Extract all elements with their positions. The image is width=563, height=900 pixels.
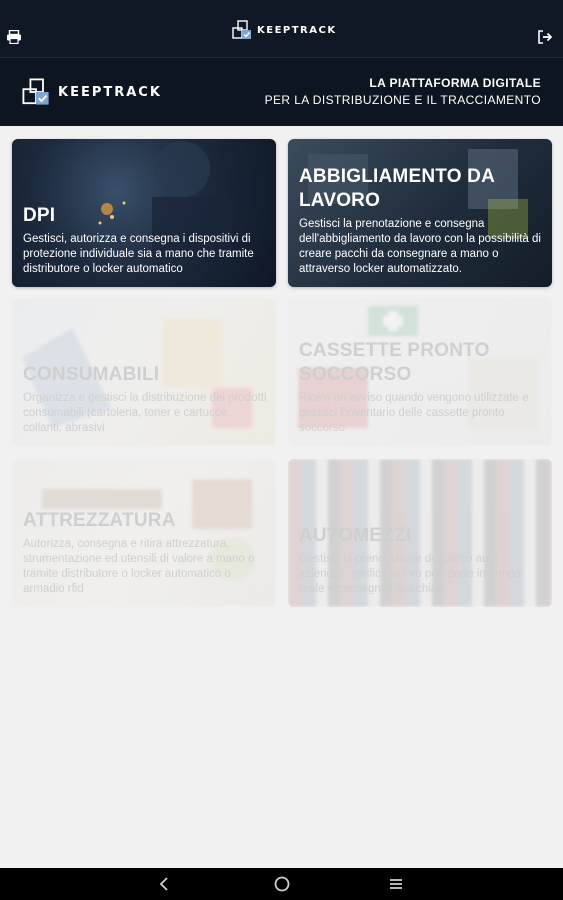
back-icon[interactable] [156, 876, 174, 892]
hero-banner: KEEPTRACK LA PIATTAFORMA DIGITALE PER LA… [0, 58, 563, 126]
tagline-line-1: LA PIATTAFORMA DIGITALE [369, 76, 541, 90]
logout-icon[interactable] [537, 30, 553, 44]
keeptrack-logo-icon [22, 78, 49, 105]
header-brand: KEEPTRACK [257, 24, 337, 36]
card-title: DPI [23, 205, 56, 226]
card-title: ATTREZZATURA [23, 510, 176, 531]
card-description: Ricevi un avviso quando vengono utilizza… [299, 392, 529, 434]
card-automezzi: AUTOMEZZI Gestisci la prenotazione del p… [288, 459, 552, 607]
print-icon[interactable] [6, 29, 22, 45]
card-attrezzatura-content: ATTREZZATURA Autorizza, consegna e ritir… [23, 509, 268, 597]
hero-brand: KEEPTRACK [58, 84, 162, 100]
card-cassette-pronto-soccorso: CASSETTE PRONTO SOCCORSO Ricevi un avvis… [288, 298, 552, 446]
card-cassette-content: CASSETTE PRONTO SOCCORSO Ricevi un avvis… [299, 339, 544, 436]
header-logo: KEEPTRACK [232, 19, 337, 41]
card-attrezzatura: ATTREZZATURA Autorizza, consegna e ritir… [12, 459, 276, 607]
hero-logo: KEEPTRACK [22, 78, 162, 106]
card-abbigliamento-content: ABBIGLIAMENTO DA LAVORO Gestisci la pren… [299, 165, 544, 277]
keeptrack-logo-icon [232, 20, 251, 39]
hero-tagline: LA PIATTAFORMA DIGITALE PER LA DISTRIBUZ… [265, 75, 541, 109]
system-nav-bar [0, 868, 563, 900]
recents-icon[interactable] [387, 876, 405, 892]
top-bar: KEEPTRACK [0, 0, 563, 58]
tagline-line-2: PER LA DISTRIBUZIONE E IL TRACCIAMENTO [264, 93, 541, 107]
card-dpi[interactable]: DPI Gestisci, autorizza e consegna i dis… [12, 139, 276, 287]
card-abbigliamento[interactable]: ABBIGLIAMENTO DA LAVORO Gestisci la pren… [288, 139, 552, 287]
card-consumabili-content: CONSUMABILI Organizza e gestisci la dist… [23, 363, 268, 436]
card-dpi-content: DPI Gestisci, autorizza e consegna i dis… [23, 204, 268, 277]
home-icon[interactable] [273, 876, 291, 892]
card-title: CASSETTE PRONTO SOCCORSO [299, 340, 490, 385]
card-description: Gestisci, autorizza e consegna i disposi… [23, 233, 254, 275]
card-title: ABBIGLIAMENTO DA LAVORO [299, 166, 495, 211]
card-description: Gestisci la prenotazione del parco auto … [299, 553, 521, 595]
card-description: Organizza e gestisci la distribuzione de… [23, 392, 267, 434]
card-title: AUTOMEZZI [299, 525, 412, 546]
card-consumabili: CONSUMABILI Organizza e gestisci la dist… [12, 298, 276, 446]
card-automezzi-content: AUTOMEZZI Gestisci la prenotazione del p… [299, 524, 544, 597]
card-description: Gestisci la prenotazione e consegna dell… [299, 218, 541, 275]
card-description: Autorizza, consegna e ritira attrezzatur… [23, 538, 255, 595]
card-title: CONSUMABILI [23, 364, 160, 385]
